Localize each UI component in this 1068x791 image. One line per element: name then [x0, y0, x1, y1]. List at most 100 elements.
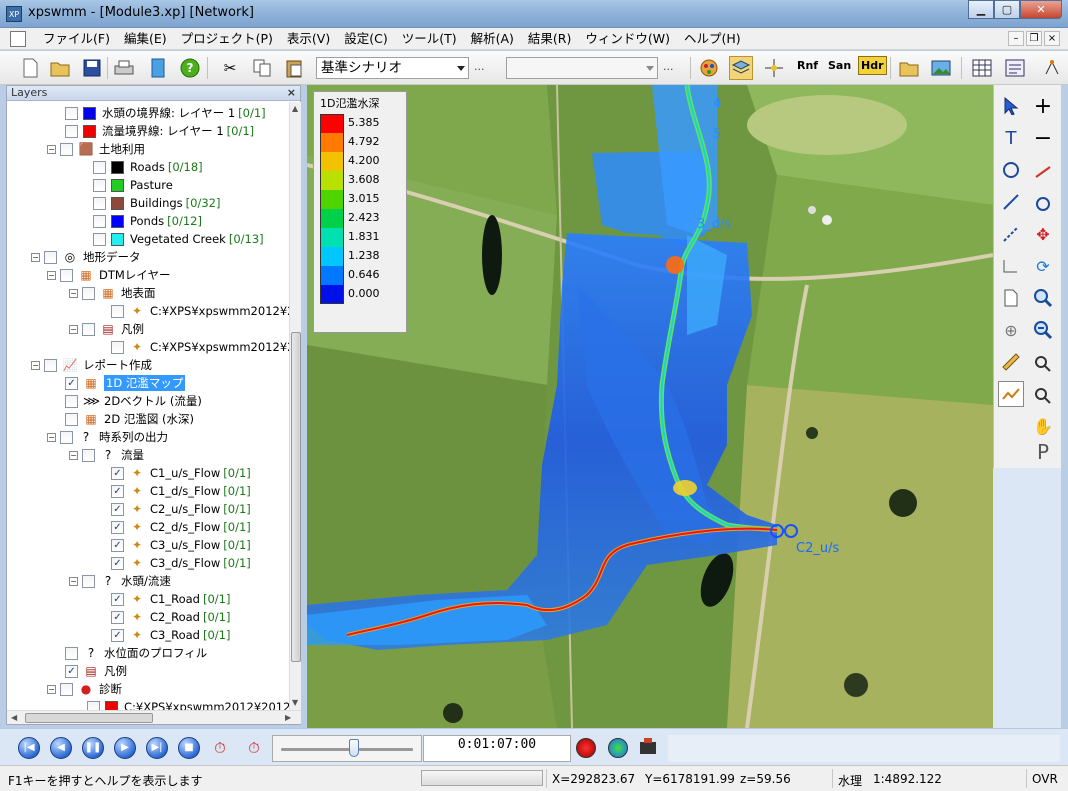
pause-icon[interactable]: ❚❚	[82, 737, 104, 759]
menu-tools[interactable]: ツール(T)	[395, 31, 464, 47]
scroll-down-icon[interactable]: ▼	[292, 698, 298, 707]
menu-edit[interactable]: 編集(E)	[117, 31, 174, 47]
layer-row[interactable]: ✓ ▤ 凡例	[65, 662, 127, 680]
layers-close-icon[interactable]: ×	[287, 86, 296, 100]
dashed-line-icon[interactable]	[998, 221, 1024, 247]
scenario-select[interactable]: 基準シナリオ	[316, 57, 469, 79]
layer-checkbox[interactable]	[65, 106, 78, 120]
layer-row[interactable]: Buildings [0/32]	[93, 194, 220, 212]
print-icon[interactable]	[112, 56, 136, 80]
layer-row[interactable]: 水頭の境界線: レイヤー 1 [0/1]	[65, 104, 266, 122]
time-slider[interactable]	[272, 735, 422, 762]
polyline-icon[interactable]	[998, 253, 1024, 279]
collapse-icon[interactable]: −	[47, 270, 56, 280]
open-folder-icon[interactable]	[48, 56, 72, 80]
properties-icon[interactable]	[1003, 56, 1027, 80]
minimize-icon[interactable]: ▁	[968, 0, 994, 19]
hdr-button[interactable]: Hdr	[858, 56, 887, 75]
layer-checkbox[interactable]: ✓	[111, 610, 124, 624]
layer-group-row[interactable]: − 🟫 土地利用	[47, 140, 145, 158]
mdi-restore-icon[interactable]: ❐	[1026, 31, 1042, 46]
layer-row[interactable]: ✓ ✦ C1_d/s_Flow [0/1]	[111, 482, 251, 500]
menu-project[interactable]: プロジェクト(P)	[174, 31, 280, 47]
layer-row[interactable]: 流量境界線: レイヤー 1 [0/1]	[65, 122, 254, 140]
layer-row[interactable]: ✓ ✦ C1_Road [0/1]	[111, 590, 230, 608]
layers-horizontal-scrollbar[interactable]: ◀ ▶	[7, 710, 301, 724]
pan-move-icon[interactable]: ✥	[1030, 221, 1056, 247]
collapse-icon[interactable]: −	[69, 576, 78, 586]
layer-row[interactable]: ✓ ▦ 1D 氾濫マップ	[65, 374, 186, 392]
circle-tool-icon[interactable]	[998, 157, 1024, 183]
layer-checkbox[interactable]	[93, 160, 106, 174]
menu-file[interactable]: ファイル(F)	[36, 31, 117, 47]
help-icon[interactable]: ?	[178, 56, 202, 80]
graph-icon[interactable]	[998, 381, 1024, 407]
secondary-select[interactable]	[506, 57, 658, 79]
rnf-button[interactable]: Rnf	[797, 59, 818, 72]
step-back-icon[interactable]: ◀	[50, 737, 72, 759]
node-label-5[interactable]: 5	[713, 127, 721, 142]
menu-window[interactable]: ウィンドウ(W)	[578, 31, 677, 47]
layer-checkbox[interactable]	[44, 358, 57, 372]
scenario-more-button[interactable]: ...	[474, 60, 485, 73]
layer-checkbox[interactable]	[60, 682, 73, 696]
paste-icon[interactable]	[282, 56, 306, 80]
layer-checkbox[interactable]: ✓	[111, 556, 124, 570]
scroll-left-icon[interactable]: ◀	[11, 713, 17, 722]
layer-group-row[interactable]: − ▤ 凡例	[69, 320, 144, 338]
node-label-3-ds[interactable]: 3_d/s	[697, 217, 731, 232]
layers-icon[interactable]	[729, 56, 753, 80]
profile-p-icon[interactable]: P	[1030, 439, 1056, 465]
minus-icon[interactable]: −	[1030, 125, 1056, 151]
layer-group-row[interactable]: −? 流量	[69, 446, 144, 464]
crosshair-icon[interactable]	[762, 56, 786, 80]
image-icon[interactable]	[929, 56, 953, 80]
zoom-window-icon[interactable]	[1030, 349, 1056, 375]
collapse-icon[interactable]: −	[31, 360, 40, 370]
layer-row[interactable]: ✓ ✦ C3_u/s_Flow [0/1]	[111, 536, 251, 554]
open-image-folder-icon[interactable]	[897, 56, 921, 80]
refresh-icon[interactable]: ⟳	[1030, 253, 1056, 279]
slider-thumb[interactable]	[348, 739, 359, 757]
timer-add-icon[interactable]: ⏱	[208, 736, 232, 760]
menu-results[interactable]: 結果(R)	[521, 31, 578, 47]
layer-row[interactable]: ✓ ✦ C2_Road [0/1]	[111, 608, 230, 626]
collapse-icon[interactable]: −	[69, 288, 78, 298]
menu-analysis[interactable]: 解析(A)	[464, 31, 521, 47]
zoom-in-plus-icon[interactable]: +	[1030, 93, 1056, 119]
collapse-icon[interactable]: −	[31, 252, 40, 262]
san-button[interactable]: San	[828, 59, 851, 72]
layer-group-row[interactable]: − 📈 レポート作成	[31, 356, 152, 374]
save-icon[interactable]	[80, 56, 104, 80]
map-view[interactable]: C2_u/s 3_d/s 4 5 1D氾濫水深 5.385 4.792 4.200 3…	[307, 85, 993, 728]
layer-group-row[interactable]: − ▦ 地表面	[69, 284, 156, 302]
layer-row[interactable]: C:¥XPS¥xpswmm2012¥2012new	[87, 698, 289, 710]
scroll-right-icon[interactable]: ▶	[285, 713, 291, 722]
layer-checkbox[interactable]	[65, 646, 78, 660]
layer-checkbox[interactable]: ✓	[111, 592, 124, 606]
record-icon[interactable]	[576, 738, 596, 758]
layer-checkbox[interactable]	[111, 304, 124, 318]
camera-icon[interactable]	[637, 735, 661, 759]
layer-checkbox[interactable]: ✓	[111, 520, 124, 534]
layer-checkbox[interactable]: ✓	[65, 664, 78, 678]
menu-settings[interactable]: 設定(C)	[337, 31, 394, 47]
layer-row[interactable]: ⋙ 2Dベクトル (流量)	[65, 392, 202, 410]
layer-group-row[interactable]: − ● 診断	[47, 680, 122, 698]
depth-legend[interactable]: 1D氾濫水深 5.385 4.792 4.200 3.608 3.015 2.423 1.8…	[313, 91, 407, 333]
layer-row[interactable]: Ponds [0/12]	[93, 212, 202, 230]
layer-row[interactable]: ✓ ✦ C3_d/s_Flow [0/1]	[111, 554, 251, 572]
horizontal-scroll-thumb[interactable]	[25, 713, 153, 723]
layer-row[interactable]: ✓ ✦ C1_u/s_Flow [0/1]	[111, 464, 251, 482]
scroll-up-icon[interactable]: ▲	[292, 104, 298, 113]
layer-group-row[interactable]: − ◎ 地形データ	[31, 248, 141, 266]
layer-group-row[interactable]: −? 時系列の出力	[47, 428, 168, 446]
step-forward-icon[interactable]: ▶|	[146, 737, 168, 759]
zoom-extent-icon[interactable]	[1030, 381, 1056, 407]
play-icon[interactable]: ▶	[114, 737, 136, 759]
table-icon[interactable]	[970, 56, 994, 80]
layer-checkbox[interactable]	[111, 340, 124, 354]
layers-vertical-scrollbar[interactable]: ▲ ▼	[289, 102, 301, 710]
layer-checkbox[interactable]: ✓	[111, 502, 124, 516]
mdi-close-icon[interactable]: ×	[1044, 31, 1060, 46]
